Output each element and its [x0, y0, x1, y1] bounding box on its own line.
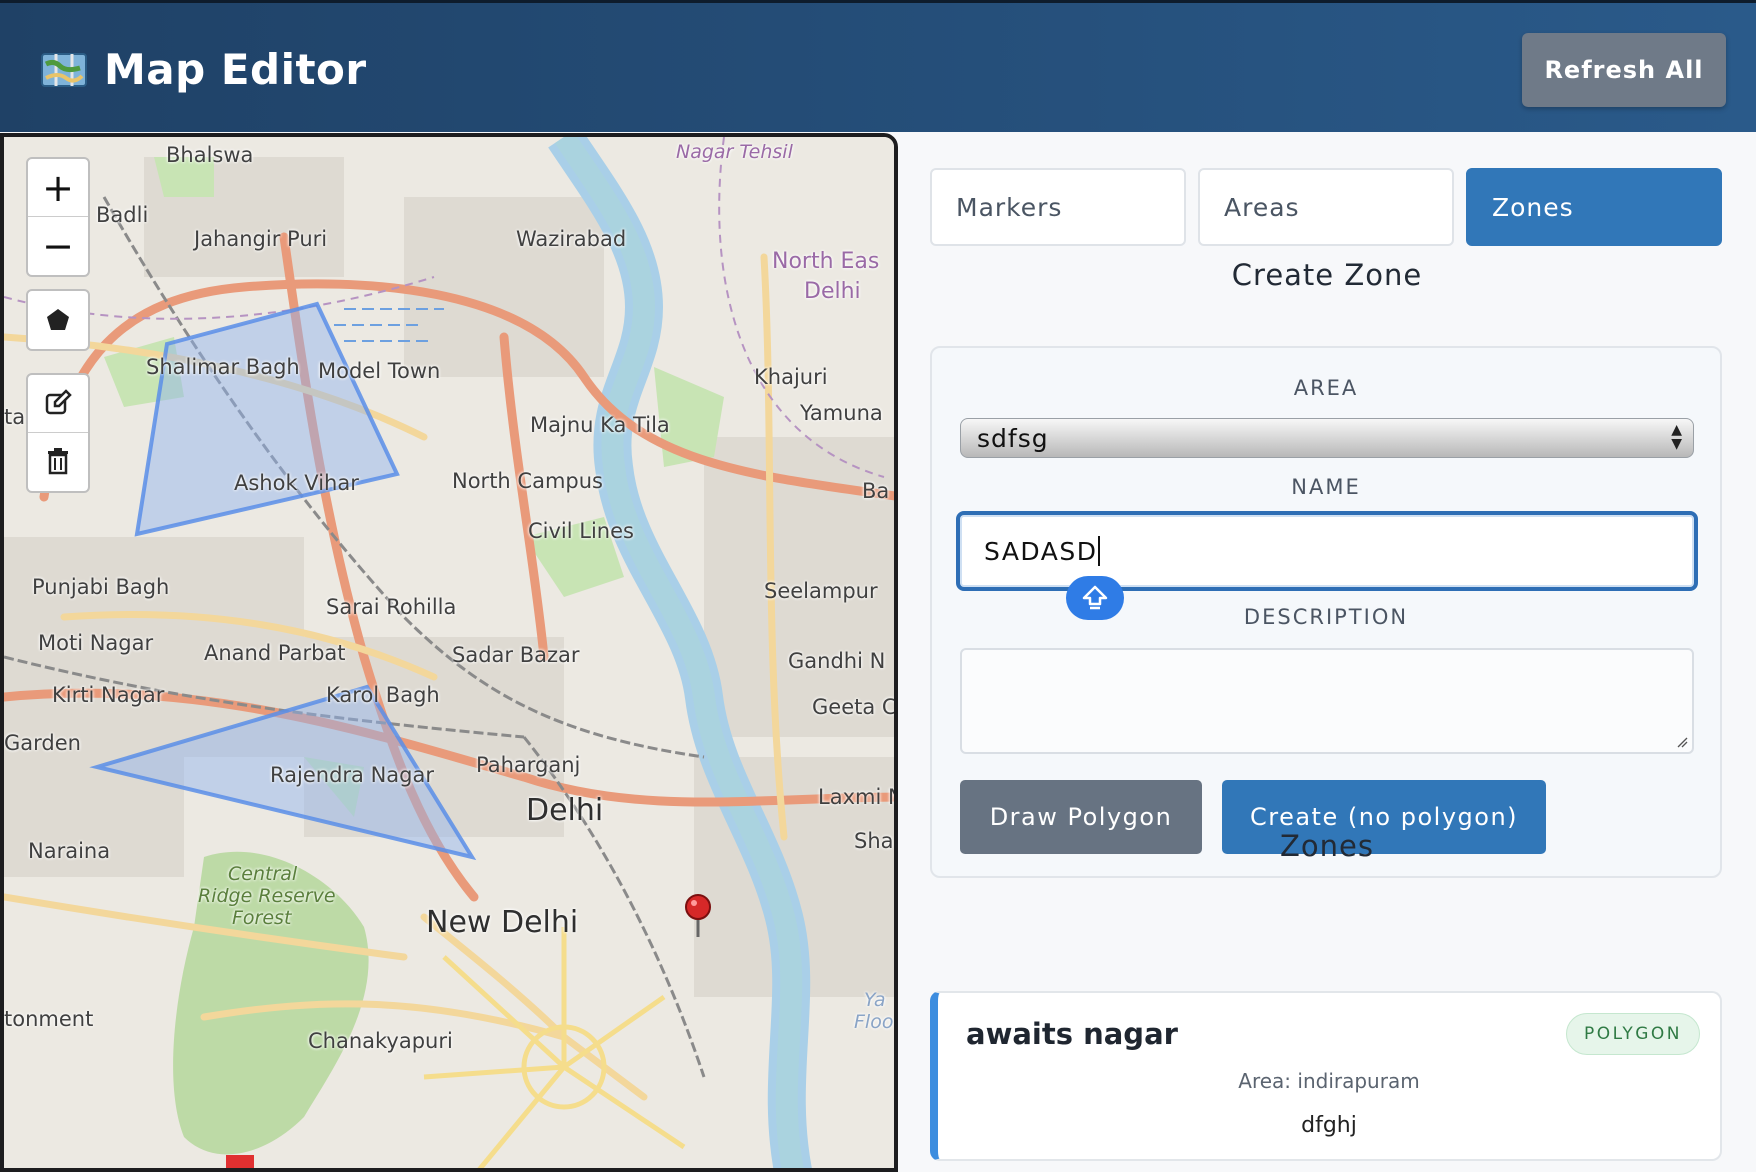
map-label: Moti Nagar	[38, 631, 154, 655]
map-label: Geeta C	[812, 695, 897, 719]
map-label: Naraina	[28, 839, 111, 863]
map-label: Kirti Nagar	[52, 683, 165, 707]
map-label: Wazirabad	[516, 227, 627, 251]
edit-toolbar	[26, 373, 90, 493]
tab-zones[interactable]: Zones	[1466, 168, 1722, 246]
map-label: Garden	[4, 731, 81, 755]
tab-markers[interactable]: Markers	[930, 168, 1186, 246]
zoom-in-button[interactable]: +	[28, 159, 88, 217]
name-input[interactable]: SADASD	[956, 511, 1698, 591]
map-label: Karol Bagh	[326, 683, 440, 707]
map-label: Rajendra Nagar	[270, 763, 434, 787]
brand: Map Editor	[40, 45, 367, 94]
map-label: Model Town	[318, 359, 441, 383]
map-label: Floo	[854, 1011, 894, 1033]
map-label: Forest	[232, 907, 292, 929]
zones-title: Zones	[1280, 829, 1374, 863]
text-caret	[1098, 536, 1101, 566]
map-label: Sha	[854, 829, 894, 853]
description-textarea[interactable]	[960, 648, 1694, 754]
zoom-controls: + −	[26, 157, 90, 277]
name-label: NAME	[1291, 475, 1361, 499]
map-label: Ridge Reserve	[198, 885, 336, 907]
create-zone-title: Create Zone	[1231, 258, 1423, 292]
tab-areas[interactable]: Areas	[1198, 168, 1454, 246]
map-label: Ba	[862, 479, 890, 503]
zone-card[interactable]: awaits nagar POLYGON Area: indirapuram d…	[930, 991, 1722, 1161]
map-label: Khajuri	[754, 365, 828, 389]
map-label: Gandhi N	[788, 649, 886, 673]
map-label: Nagar Tehsil	[676, 141, 793, 163]
map-label: ta	[4, 405, 26, 429]
trash-icon	[46, 440, 70, 484]
zone-description: dfghj	[1301, 1113, 1357, 1138]
map-label: Chanakyapuri	[308, 1029, 453, 1053]
zoom-out-button[interactable]: −	[28, 217, 88, 275]
zone-area: Area: indirapuram	[1238, 1069, 1420, 1093]
select-arrows-icon: ▲ ▼	[1671, 422, 1683, 452]
map-label: North Campus	[452, 469, 603, 493]
create-zone-form: AREA sdfsg ▲ ▼ NAME SADASD DESCRIPTION Dr…	[930, 346, 1722, 878]
draw-polygon-tool[interactable]	[28, 291, 88, 349]
map-label: Delhi	[526, 793, 604, 828]
draw-toolbar	[26, 289, 90, 351]
map-label: Central	[228, 863, 298, 885]
map-label: North Eas	[772, 249, 880, 274]
map-label: Laxmi N	[818, 785, 898, 809]
map-label: Anand Parbat	[204, 641, 346, 665]
tab-bar: Markers Areas Zones	[930, 168, 1722, 246]
map-view[interactable]: Bhalswa Nagar Tehsil Badli Jahangir Puri…	[0, 133, 898, 1172]
map-label: Bhalswa	[166, 143, 254, 167]
map-label: Yamuna	[800, 401, 883, 425]
sidebar-panel: Markers Areas Zones Create Zone AREA sdf…	[898, 133, 1756, 1172]
map-label: Sarai Rohilla	[326, 595, 457, 619]
resize-grip-icon[interactable]	[1676, 736, 1688, 748]
map-label: Sadar Bazar	[452, 643, 580, 667]
map-label: Ya	[864, 989, 886, 1011]
map-label: Civil Lines	[528, 519, 634, 543]
map-label: New Delhi	[426, 905, 579, 940]
app-header: Map Editor Refresh All	[0, 0, 1756, 132]
area-select-value: sdfsg	[977, 423, 1049, 453]
edit-layers-tool[interactable]	[28, 375, 88, 433]
map-label: Ashok Vihar	[234, 471, 359, 495]
map-label: tonment	[4, 1007, 94, 1031]
delete-layers-tool[interactable]	[28, 433, 88, 491]
app-title: Map Editor	[104, 45, 367, 94]
description-label: DESCRIPTION	[1243, 605, 1409, 629]
zone-name: awaits nagar	[966, 1017, 1178, 1051]
refresh-all-button[interactable]: Refresh All	[1522, 33, 1726, 107]
edit-icon	[44, 382, 72, 426]
map-label: Delhi	[804, 279, 861, 304]
map-label: Shalimar Bagh	[146, 355, 300, 379]
map-label: Punjabi Bagh	[32, 575, 170, 599]
area-label: AREA	[1293, 376, 1359, 400]
name-input-value: SADASD	[984, 536, 1098, 566]
area-select[interactable]: sdfsg ▲ ▼	[960, 418, 1694, 458]
map-icon	[40, 50, 88, 90]
map-label: Jahangir Puri	[194, 227, 328, 251]
map-label: Seelampur	[764, 579, 878, 603]
map-label: Paharganj	[476, 753, 581, 777]
zone-type-badge: POLYGON	[1566, 1013, 1700, 1055]
pentagon-icon	[45, 298, 71, 342]
map-label: Badli	[96, 203, 149, 227]
map-label: Majnu Ka Tila	[530, 413, 670, 437]
